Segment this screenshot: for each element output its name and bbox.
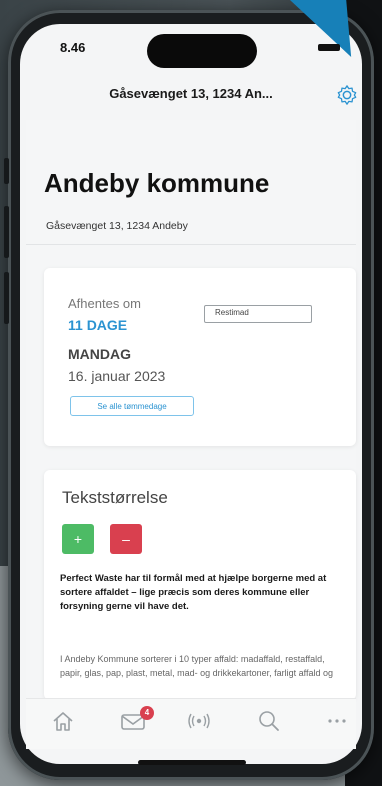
nav-title: Gåsevænget 13, 1234 An...: [109, 86, 273, 101]
waste-type-chip[interactable]: Restimad: [204, 305, 312, 323]
mute-switch: [4, 158, 9, 184]
mail-badge: 4: [140, 706, 154, 720]
address-line: Gåsevænget 13, 1234 Andeby: [46, 220, 188, 232]
pickup-date: 16. januar 2023: [68, 368, 166, 384]
increase-text-button[interactable]: +: [62, 524, 94, 554]
home-indicator[interactable]: [138, 760, 246, 765]
description-body: I Andeby Kommune sorterer i 10 typer aff…: [60, 654, 333, 678]
description-intro: Perfect Waste har til formål med at hjæl…: [60, 573, 327, 612]
sensor-icon[interactable]: [184, 707, 214, 735]
pickup-days: 11 DAGE: [68, 317, 128, 333]
text-size-title: Tekststørrelse: [62, 488, 168, 507]
battery-icon: [318, 44, 340, 51]
page-title: Andeby kommune: [44, 168, 270, 198]
status-time: 8.46: [60, 40, 86, 55]
volume-down-button: [4, 272, 9, 324]
divider: [26, 244, 356, 245]
pickup-label: Afhentes om: [68, 296, 141, 311]
volume-up-button: [4, 206, 9, 258]
gear-icon[interactable]: [336, 84, 358, 106]
more-icon[interactable]: [322, 707, 352, 735]
all-dates-button[interactable]: Se alle tømmedage: [70, 396, 194, 416]
dynamic-island: [147, 34, 257, 68]
home-icon[interactable]: [48, 707, 78, 735]
decrease-text-button[interactable]: –: [110, 524, 142, 554]
search-icon[interactable]: [254, 707, 284, 735]
pickup-weekday: MANDAG: [68, 346, 131, 362]
